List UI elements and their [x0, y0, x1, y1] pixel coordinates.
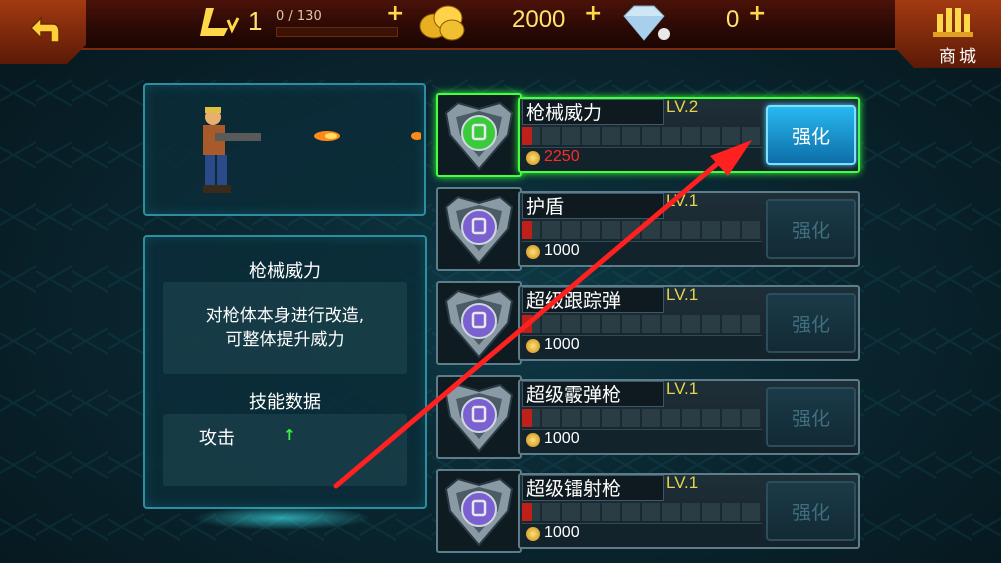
back-arrow-icon: [29, 16, 60, 43]
skill-level: LV.1: [666, 473, 699, 492]
upgrade-cost: 1000: [544, 336, 580, 353]
skill-progress-fill: [522, 409, 532, 427]
xp-text: 0 / 130: [276, 9, 322, 24]
cost-bar: 1000: [522, 523, 762, 544]
skill-info-panel: 枪械威力 对枪体本身进行改造, 可整体提升威力 技能数据 攻击 ↑: [143, 235, 427, 509]
skill-badge: [436, 187, 522, 271]
upgrade-button[interactable]: 强化: [766, 481, 856, 541]
skill-info-title: 枪械威力: [249, 261, 321, 282]
skill-progress-bar: [522, 221, 762, 239]
soldier-sprite: [203, 107, 261, 193]
gold-coins-icon: [419, 5, 465, 41]
cost-bar: 1000: [522, 429, 762, 450]
coin-icon: [526, 151, 540, 165]
shield-badge-icon: [444, 383, 514, 453]
add-xp-icon[interactable]: +: [386, 1, 404, 26]
skill-level: LV.1: [666, 191, 699, 210]
skill-progress-bar: [522, 503, 762, 521]
shield-badge-icon: [444, 289, 514, 359]
skill-level: LV.2: [666, 97, 699, 116]
player-level: 1: [248, 6, 263, 36]
skill-progress-bar: [522, 409, 762, 427]
skill-progress-fill: [522, 221, 532, 239]
shop-bullets-icon: [933, 8, 973, 37]
skill-level: LV.1: [666, 285, 699, 304]
upgrade-cost: 1000: [544, 524, 580, 541]
shield-badge-icon: [444, 195, 514, 265]
weapon-preview-panel: [143, 83, 426, 216]
skill-progress-fill: [522, 127, 532, 145]
diamond-icon: [623, 5, 670, 41]
upgrade-button[interactable]: 强化: [766, 387, 856, 447]
shield-badge-icon: [444, 477, 514, 547]
cost-bar: 1000: [522, 335, 762, 356]
shield-badge-icon: [444, 101, 514, 171]
cost-bar: 2250: [522, 147, 762, 168]
glow-base: [192, 506, 372, 530]
upgrade-button[interactable]: 强化: [766, 105, 856, 165]
skill-row[interactable]: 枪械威力 LV.2 2250 强化: [436, 93, 860, 177]
bullet-flash-icon: [411, 132, 421, 140]
coin-icon: [526, 433, 540, 447]
skill-name: 超级霰弹枪: [526, 384, 622, 406]
skill-badge: [436, 281, 522, 365]
upgrade-button[interactable]: 强化: [766, 293, 856, 353]
skill-name: 护盾: [526, 196, 565, 218]
skill-description: 对枪体本身进行改造, 可整体提升威力: [163, 282, 407, 374]
description-line: 可整体提升威力: [225, 330, 345, 350]
back-button[interactable]: [0, 0, 86, 64]
skill-badge: [436, 93, 522, 177]
gem-amount: 0: [726, 6, 740, 33]
add-gem-icon[interactable]: +: [748, 1, 766, 26]
top-bar: 1 0 / 130 + 2000 + 0 + 商城: [0, 0, 1001, 68]
skill-progress-fill: [522, 315, 532, 333]
skill-row[interactable]: 护盾 LV.1 1000 强化: [436, 187, 860, 271]
skill-name: 超级跟踪弹: [526, 290, 622, 312]
skill-badge: [436, 469, 522, 553]
skill-row[interactable]: 超级镭射枪 LV.1 1000 强化: [436, 469, 860, 553]
bullet-flash-icon: [314, 131, 340, 141]
coin-icon: [526, 245, 540, 259]
skill-data-title: 技能数据: [249, 392, 321, 413]
skill-data-box: 攻击 ↑: [163, 414, 407, 486]
skill-name: 超级镭射枪: [526, 478, 622, 500]
level-icon: [200, 8, 240, 36]
shop-label: 商城: [939, 47, 979, 67]
skill-progress-bar: [522, 315, 762, 333]
upgrade-cost: 1000: [544, 430, 580, 447]
skill-progress-fill: [522, 503, 532, 521]
stat-up-arrow-icon: ↑: [283, 426, 296, 444]
coin-icon: [526, 527, 540, 541]
description-line: 对枪体本身进行改造,: [205, 306, 365, 326]
skill-badge: [436, 375, 522, 459]
skill-name: 枪械威力: [526, 102, 603, 124]
upgrade-cost: 2250: [544, 148, 580, 165]
gold-amount: 2000: [512, 6, 566, 33]
attack-stat-label: 攻击: [199, 428, 235, 449]
skill-row[interactable]: 超级跟踪弹 LV.1 1000 强化: [436, 281, 860, 365]
skill-level: LV.1: [666, 379, 699, 398]
skill-progress-bar: [522, 127, 762, 145]
xp-bar: [276, 27, 398, 37]
upgrade-button[interactable]: 强化: [766, 199, 856, 259]
add-gold-icon[interactable]: +: [584, 1, 602, 26]
cost-bar: 1000: [522, 241, 762, 262]
upgrade-cost: 1000: [544, 242, 580, 259]
skill-row[interactable]: 超级霰弹枪 LV.1 1000 强化: [436, 375, 860, 459]
coin-icon: [526, 339, 540, 353]
